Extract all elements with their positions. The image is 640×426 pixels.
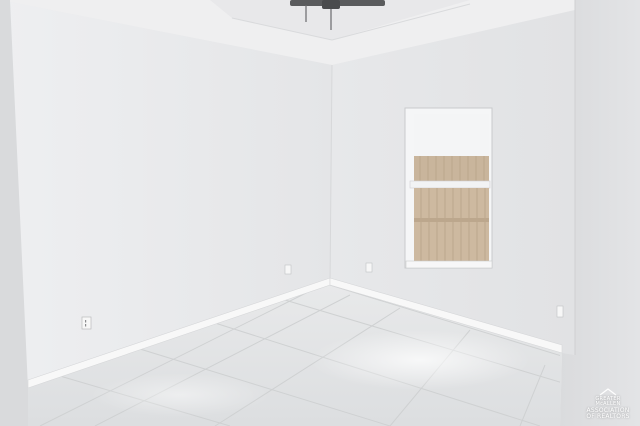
room-photo: GREATER McALLEN ASSOCIATION OF REALTORS: [0, 0, 640, 426]
watermark-line2: ASSOCIATION OF REALTORS: [586, 407, 630, 420]
room-scene: [0, 0, 640, 426]
wall-outlet-back: [365, 262, 373, 273]
wall-outlet-center: [284, 264, 292, 275]
watermark-logo: GREATER McALLEN ASSOCIATION OF REALTORS: [582, 388, 634, 420]
wall-outlet-right: [556, 305, 564, 318]
watermark-line1: GREATER McALLEN: [595, 396, 621, 407]
wall-outlet-left: [81, 316, 92, 330]
window: [404, 107, 493, 269]
house-roof-icon: [599, 388, 617, 396]
